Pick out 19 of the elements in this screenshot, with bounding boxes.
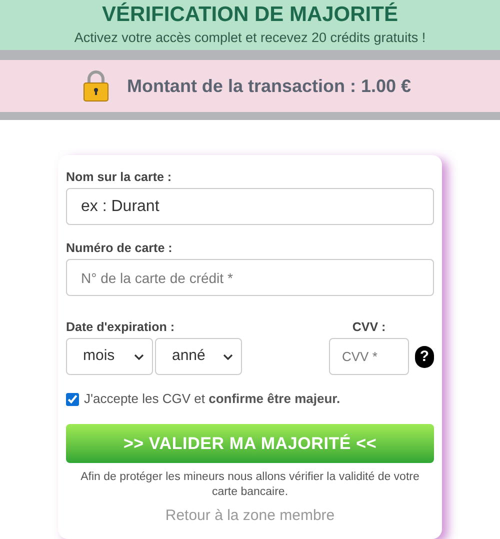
transaction-amount: Montant de la transaction : 1.00 €: [126, 74, 412, 98]
consent-text: J'accepte les CGV et confirme être majeur.: [84, 391, 340, 407]
year-select[interactable]: anné: [155, 338, 242, 375]
cvv-input[interactable]: CVV *: [329, 338, 409, 375]
field-label: Date d'expiration :: [66, 319, 176, 335]
caret-icon: [223, 354, 233, 360]
month-select[interactable]: mois: [66, 338, 153, 375]
caret-icon: [134, 354, 144, 360]
help-icon[interactable]: ?: [415, 346, 434, 368]
field-label: Numéro de carte :: [66, 240, 174, 256]
info-text: Afin de protéger les mineurs nous allons vérifier la validité de votre carte bancaire.: [80, 470, 420, 500]
field-label: CVV :: [352, 319, 386, 335]
page-subtitle: Activez votre accès complet et recevez 20 crédits gratuits !: [74, 29, 426, 47]
card-number-input[interactable]: N° de la carte de crédit *: [66, 259, 434, 296]
name-input[interactable]: ex : Durant: [66, 188, 434, 225]
consent-checkbox[interactable]: [66, 392, 79, 406]
field-label: Nom sur la carte :: [66, 169, 173, 185]
padlock-icon: [82, 70, 109, 102]
page-title: VÉRIFICATION DE MAJORITÉ: [102, 3, 398, 27]
